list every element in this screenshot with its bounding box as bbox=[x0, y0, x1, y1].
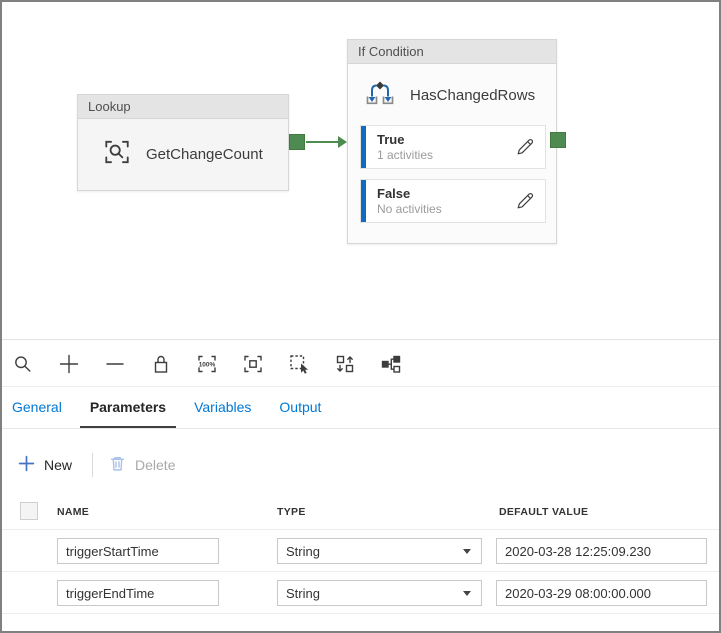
toolbar-flowchart-button[interactable] bbox=[374, 347, 408, 381]
canvas-toolbar: 100% bbox=[2, 341, 719, 387]
parameters-table-header: NAME TYPE DEFAULT VALUE bbox=[2, 497, 719, 530]
zoom-to-fit-icon bbox=[241, 352, 265, 376]
properties-tabs: General Parameters Variables Output bbox=[2, 387, 719, 429]
new-parameter-button[interactable]: New bbox=[18, 455, 72, 475]
trash-icon bbox=[109, 455, 126, 475]
column-header-type: TYPE bbox=[277, 506, 306, 518]
parameter-name-input[interactable] bbox=[57, 580, 219, 606]
parameter-type-value: String bbox=[286, 544, 320, 559]
toolbar-zoom-100-button[interactable]: 100% bbox=[190, 347, 224, 381]
activity-lookup-type-label: Lookup bbox=[88, 99, 131, 114]
branch-true-bar bbox=[361, 126, 366, 168]
multi-select-icon bbox=[287, 352, 311, 376]
flowchart-icon bbox=[379, 352, 403, 376]
scan-search-icon bbox=[102, 137, 132, 172]
auto-align-icon bbox=[333, 352, 357, 376]
delete-button-label: Delete bbox=[135, 457, 175, 473]
tab-parameters[interactable]: Parameters bbox=[80, 387, 176, 428]
branch-false-label: False bbox=[377, 186, 515, 202]
activity-if-condition[interactable]: If Condition HasChangedRows bbox=[347, 39, 557, 244]
pencil-icon[interactable] bbox=[515, 137, 535, 157]
parameters-command-bar: New Delete bbox=[18, 448, 175, 482]
branch-true-card[interactable]: True 1 activities bbox=[360, 125, 546, 169]
tab-output-label: Output bbox=[279, 399, 321, 415]
toolbar-zoom-out-button[interactable] bbox=[98, 347, 132, 381]
command-divider bbox=[92, 453, 93, 477]
toolbar-zoom-to-fit-button[interactable] bbox=[236, 347, 270, 381]
activity-lookup-name: GetChangeCount bbox=[146, 146, 263, 163]
toolbar-lock-button[interactable] bbox=[144, 347, 178, 381]
branch-false-card[interactable]: False No activities bbox=[360, 179, 546, 223]
table-row: String bbox=[2, 572, 719, 614]
chevron-down-icon bbox=[463, 549, 471, 554]
toolbar-search-button[interactable] bbox=[6, 347, 40, 381]
toolbar-auto-align-button[interactable] bbox=[328, 347, 362, 381]
parameter-name-input[interactable] bbox=[57, 538, 219, 564]
lock-icon bbox=[149, 352, 173, 376]
new-button-label: New bbox=[44, 457, 72, 473]
lookup-output-port[interactable] bbox=[289, 134, 305, 150]
select-all-checkbox[interactable] bbox=[20, 502, 38, 520]
branch-true-activities: 1 activities bbox=[377, 148, 515, 163]
tab-general-label: General bbox=[12, 399, 62, 415]
if-condition-output-port[interactable] bbox=[550, 132, 566, 148]
parameter-default-value-input[interactable] bbox=[496, 538, 707, 564]
branch-condition-icon bbox=[362, 80, 398, 111]
tab-general[interactable]: General bbox=[2, 387, 72, 428]
toolbar-multi-select-button[interactable] bbox=[282, 347, 316, 381]
activity-if-header: If Condition bbox=[348, 40, 556, 64]
column-header-default-value: DEFAULT VALUE bbox=[499, 506, 588, 518]
branch-false-activities: No activities bbox=[377, 202, 515, 217]
parameter-type-dropdown[interactable]: String bbox=[277, 538, 482, 564]
tab-variables-label: Variables bbox=[194, 399, 251, 415]
parameter-default-value-input[interactable] bbox=[496, 580, 707, 606]
toolbar-zoom-in-button[interactable] bbox=[52, 347, 86, 381]
pencil-icon[interactable] bbox=[515, 191, 535, 211]
parameter-type-dropdown[interactable]: String bbox=[277, 580, 482, 606]
tab-output[interactable]: Output bbox=[269, 387, 331, 428]
activity-lookup-header: Lookup bbox=[78, 95, 288, 119]
zoom-100-icon: 100% bbox=[195, 352, 219, 376]
delete-parameter-button[interactable]: Delete bbox=[109, 455, 175, 475]
parameter-type-value: String bbox=[286, 586, 320, 601]
pipeline-canvas[interactable]: Lookup GetChangeCount If Condition bbox=[2, 2, 719, 340]
connector-edge bbox=[306, 141, 339, 143]
column-header-name: NAME bbox=[57, 506, 89, 518]
zoom-in-icon bbox=[57, 352, 81, 376]
zoom-out-icon bbox=[103, 352, 127, 376]
activity-if-type-label: If Condition bbox=[358, 44, 424, 59]
tab-variables[interactable]: Variables bbox=[184, 387, 261, 428]
activity-lookup[interactable]: Lookup GetChangeCount bbox=[77, 94, 289, 191]
search-icon bbox=[11, 352, 35, 376]
plus-icon bbox=[18, 455, 35, 475]
tab-parameters-label: Parameters bbox=[90, 399, 166, 415]
branch-true-label: True bbox=[377, 132, 515, 148]
chevron-down-icon bbox=[463, 591, 471, 596]
connector-arrowhead bbox=[338, 136, 347, 148]
activity-if-name: HasChangedRows bbox=[410, 87, 535, 104]
branch-false-bar bbox=[361, 180, 366, 222]
table-row: String bbox=[2, 530, 719, 572]
pipeline-editor-window: Lookup GetChangeCount If Condition bbox=[0, 0, 721, 633]
zoom-level-label: 100% bbox=[199, 361, 216, 368]
